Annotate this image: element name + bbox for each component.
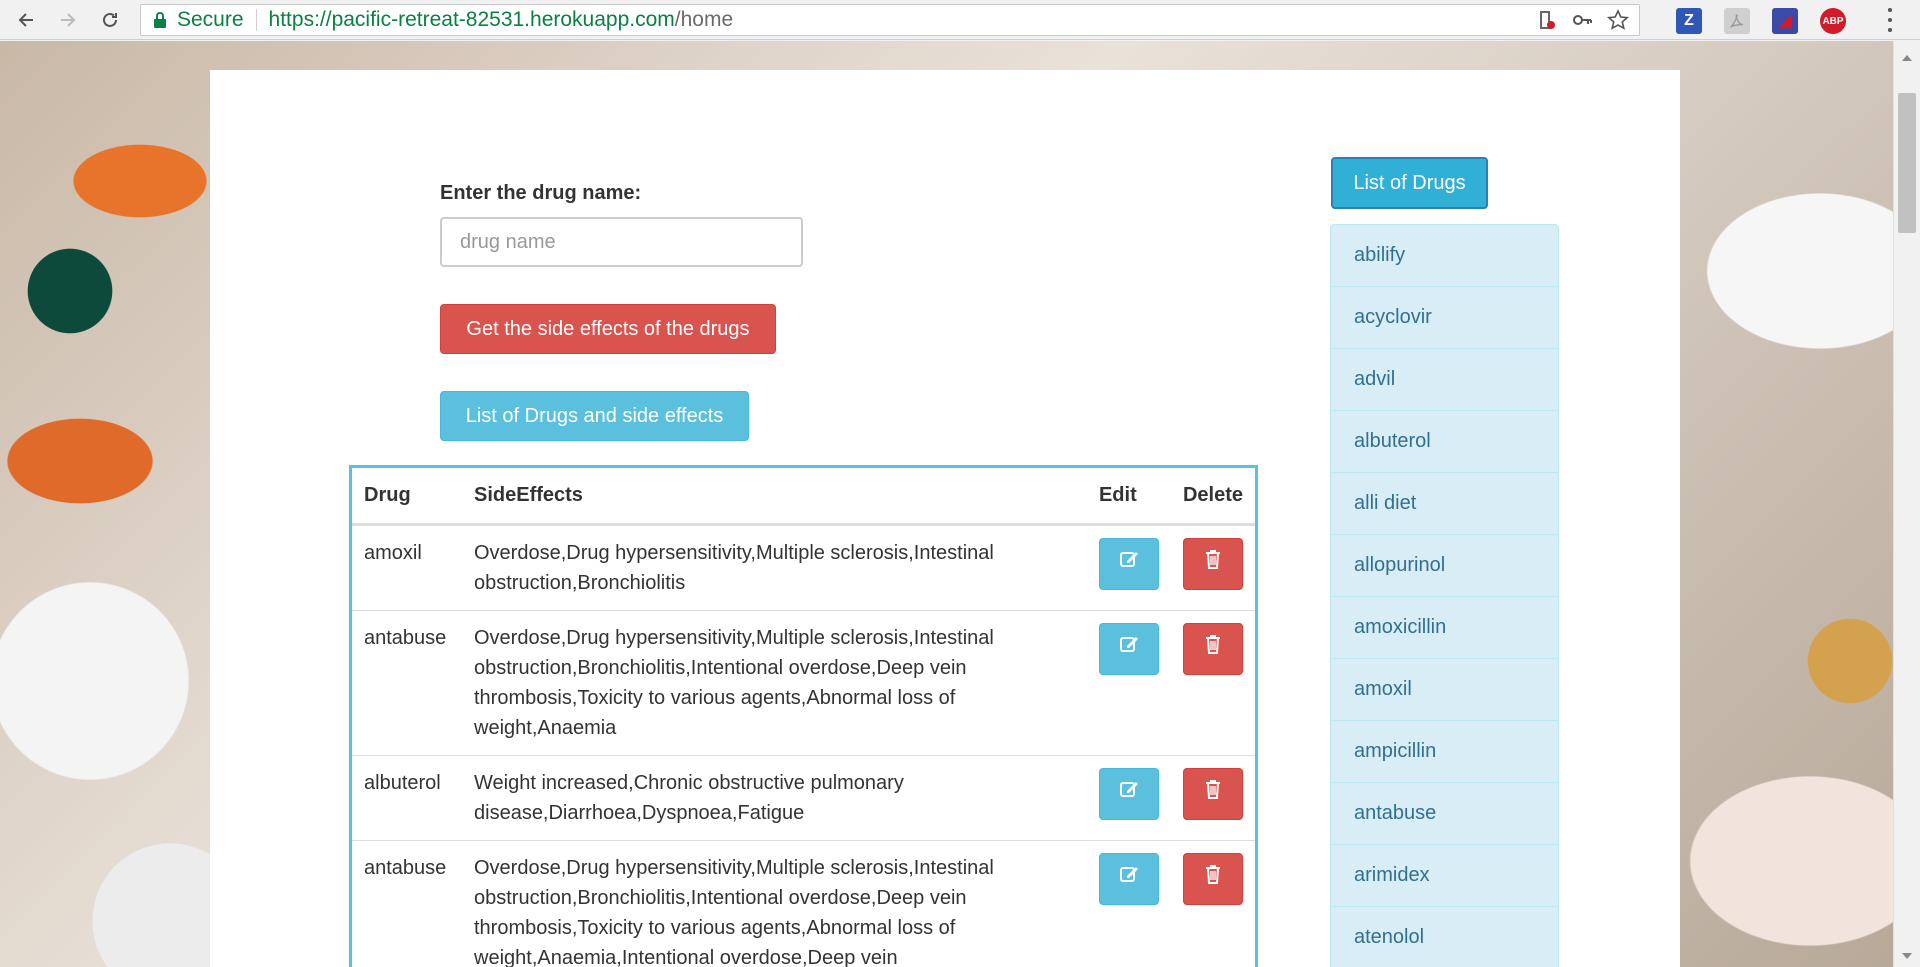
edit-icon: [1118, 863, 1140, 894]
edit-button[interactable]: [1098, 852, 1159, 905]
row-side-effects: Overdose,Drug hypersensitivity,Multiple …: [462, 839, 1087, 967]
lock-icon: [154, 12, 166, 28]
back-icon[interactable]: [12, 6, 40, 34]
edit-icon: [1118, 548, 1140, 579]
drug-list-item[interactable]: antabuse: [1330, 782, 1559, 844]
browser-toolbar: Secure https://pacific-retreat-82531.her…: [0, 0, 1920, 40]
delete-button[interactable]: [1182, 767, 1243, 820]
star-icon[interactable]: [1607, 9, 1629, 31]
drug-list-item[interactable]: ampicillin: [1330, 720, 1559, 782]
header-edit: Edit: [1086, 468, 1171, 526]
edit-button[interactable]: [1098, 767, 1159, 820]
url-path: /home: [674, 8, 734, 31]
delete-button[interactable]: [1182, 537, 1243, 590]
drug-list-item[interactable]: arimidex: [1330, 844, 1559, 906]
edit-cell: [1086, 523, 1171, 610]
scroll-thumb[interactable]: [1898, 93, 1916, 233]
scroll-up-arrow[interactable]: [1902, 55, 1912, 61]
drug-list-item[interactable]: acyclovir: [1330, 286, 1559, 348]
table-row: antabuse Overdose,Drug hypersensitivity,M…: [352, 839, 1255, 967]
edit-button[interactable]: [1098, 622, 1159, 675]
forward-icon[interactable]: [54, 6, 82, 34]
cookie-blocked-icon[interactable]: [1535, 9, 1557, 31]
drug-list-item[interactable]: advil: [1330, 348, 1559, 410]
trash-icon: [1202, 548, 1224, 579]
zotero-extension-icon[interactable]: Z: [1676, 8, 1702, 34]
edit-cell: [1086, 754, 1171, 840]
drug-list: abilify acyclovir advil albuterol alli diet a…: [1330, 224, 1559, 967]
drug-list-item[interactable]: amoxicillin: [1330, 596, 1559, 658]
drug-list-item[interactable]: alli diet: [1330, 472, 1559, 534]
trash-icon: [1202, 778, 1224, 809]
trash-icon: [1202, 633, 1224, 664]
drug-name-input[interactable]: [440, 217, 803, 267]
reload-icon[interactable]: [96, 6, 124, 34]
row-drug: albuterol: [352, 754, 462, 840]
list-of-drugs-button[interactable]: List of Drugs: [1331, 157, 1488, 209]
delete-cell: [1170, 523, 1255, 610]
address-bar[interactable]: Secure https://pacific-retreat-82531.her…: [140, 4, 1640, 36]
drug-name-label: Enter the drug name:: [440, 182, 642, 204]
header-side-effects: SideEffects: [462, 468, 1087, 526]
edit-icon: [1118, 633, 1140, 664]
omnibox-separator: [255, 9, 257, 31]
edit-button[interactable]: [1098, 537, 1159, 590]
pdf-extension-icon[interactable]: [1724, 8, 1750, 34]
delete-cell: [1170, 609, 1255, 755]
browser-menu-icon[interactable]: [1886, 8, 1894, 32]
adblock-plus-icon[interactable]: ABP: [1820, 8, 1846, 34]
delete-button[interactable]: [1182, 622, 1243, 675]
edit-cell: [1086, 839, 1171, 967]
row-drug: antabuse: [352, 609, 462, 755]
table-row: amoxil Overdose,Drug hypersensitivity,Mul…: [352, 523, 1255, 610]
table-row: antabuse Overdose,Drug hypersensitivity,M…: [352, 609, 1255, 755]
table-row: albuterol Weight increased,Chronic obstru…: [352, 754, 1255, 840]
drug-list-item[interactable]: atenolol: [1330, 906, 1559, 967]
list-drugs-side-effects-button[interactable]: List of Drugs and side effects: [440, 391, 749, 441]
calendar-extension-icon[interactable]: [1772, 8, 1798, 34]
delete-cell: [1170, 839, 1255, 967]
url-host: https://pacific-retreat-82531.herokuapp.…: [268, 8, 675, 31]
edit-icon: [1118, 778, 1140, 809]
table-header-row: Drug SideEffects Edit Delete: [352, 468, 1255, 526]
get-side-effects-button[interactable]: Get the side effects of the drugs: [440, 304, 776, 354]
header-delete: Delete: [1170, 468, 1255, 526]
trash-icon: [1202, 863, 1224, 894]
drug-list-item[interactable]: albuterol: [1330, 410, 1559, 472]
row-side-effects: Overdose,Drug hypersensitivity,Multiple …: [462, 609, 1087, 755]
key-icon[interactable]: [1571, 9, 1593, 31]
drug-list-item[interactable]: allopurinol: [1330, 534, 1559, 596]
drug-list-item[interactable]: amoxil: [1330, 658, 1559, 720]
row-drug: antabuse: [352, 839, 462, 967]
side-effects-table: Drug SideEffects Edit Delete amoxil Overd…: [349, 465, 1258, 967]
delete-cell: [1170, 754, 1255, 840]
edit-cell: [1086, 609, 1171, 755]
row-side-effects: Overdose,Drug hypersensitivity,Multiple …: [462, 523, 1087, 610]
header-drug: Drug: [352, 468, 462, 526]
secure-label: Secure: [177, 8, 244, 31]
page-scrollbar[interactable]: [1893, 41, 1920, 967]
row-drug: amoxil: [352, 523, 462, 610]
scroll-down-arrow[interactable]: [1902, 953, 1912, 959]
row-side-effects: Weight increased,Chronic obstructive pul…: [462, 754, 1087, 840]
delete-button[interactable]: [1182, 852, 1243, 905]
drug-list-item[interactable]: abilify: [1330, 224, 1559, 286]
